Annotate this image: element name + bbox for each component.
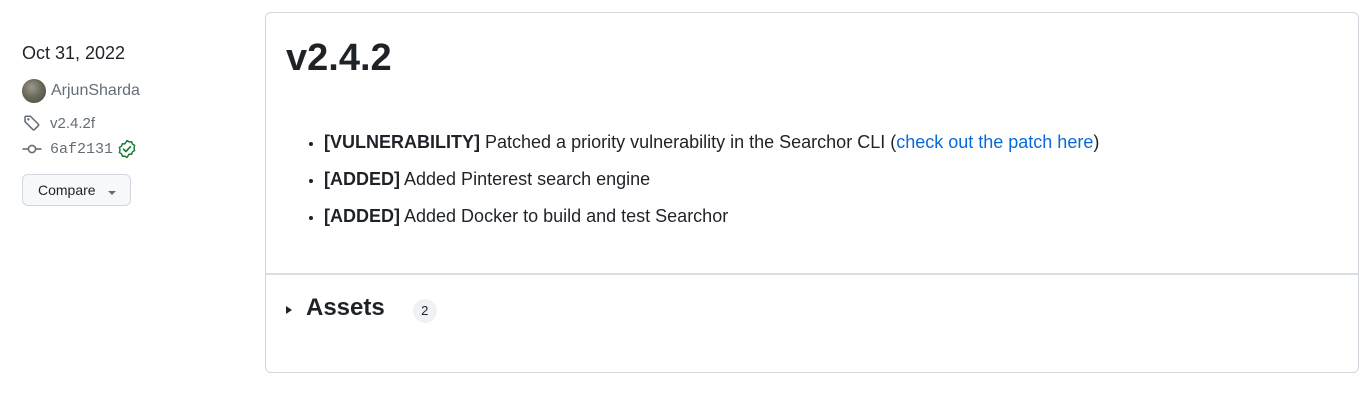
- list-item: [ADDED] Added Docker to build and test S…: [324, 205, 1099, 227]
- release-sidebar: Oct 31, 2022 ArjunSharda v2.4.2f 6af2131: [22, 42, 242, 206]
- release-notes: [VULNERABILITY] Patched a priority vulne…: [286, 131, 1099, 242]
- compare-button[interactable]: Compare: [22, 174, 131, 206]
- note-text: ): [1093, 132, 1100, 152]
- triangle-down-icon: [107, 191, 116, 195]
- tag-row[interactable]: v2.4.2f: [22, 112, 242, 134]
- git-commit-icon: [22, 139, 42, 159]
- assets-count-badge: 2: [412, 299, 437, 323]
- note-tag: [VULNERABILITY]: [324, 132, 480, 152]
- note-text: Added Pinterest search engine: [400, 169, 651, 189]
- triangle-right-icon: [286, 306, 292, 314]
- avatar[interactable]: [22, 79, 46, 103]
- assets-toggle[interactable]: Assets 2: [286, 293, 437, 323]
- release-title[interactable]: v2.4.2: [286, 35, 392, 81]
- list-item: [ADDED] Added Pinterest search engine: [324, 168, 1099, 190]
- author[interactable]: ArjunSharda: [22, 78, 242, 104]
- release-date: Oct 31, 2022: [22, 43, 126, 63]
- note-tag: [ADDED]: [324, 206, 400, 226]
- tag-icon: [22, 113, 42, 133]
- release-card: v2.4.2 [VULNERABILITY] Patched a priorit…: [265, 12, 1359, 373]
- note-tag: [ADDED]: [324, 169, 400, 189]
- verified-check-icon[interactable]: [117, 139, 137, 159]
- note-text: Patched a priority vulnerability in the …: [480, 132, 897, 152]
- commit-row: 6af2131: [22, 138, 242, 160]
- compare-label: Compare: [38, 182, 96, 198]
- note-text: Added Docker to build and test Searchor: [400, 206, 729, 226]
- tag-link[interactable]: v2.4.2f: [50, 115, 95, 132]
- patch-link[interactable]: check out the patch here: [896, 132, 1093, 152]
- commit-link[interactable]: 6af2131: [50, 141, 113, 158]
- assets-title: Assets: [306, 294, 385, 321]
- list-item: [VULNERABILITY] Patched a priority vulne…: [324, 131, 1099, 153]
- divider: [266, 273, 1358, 275]
- author-name[interactable]: ArjunSharda: [51, 82, 140, 100]
